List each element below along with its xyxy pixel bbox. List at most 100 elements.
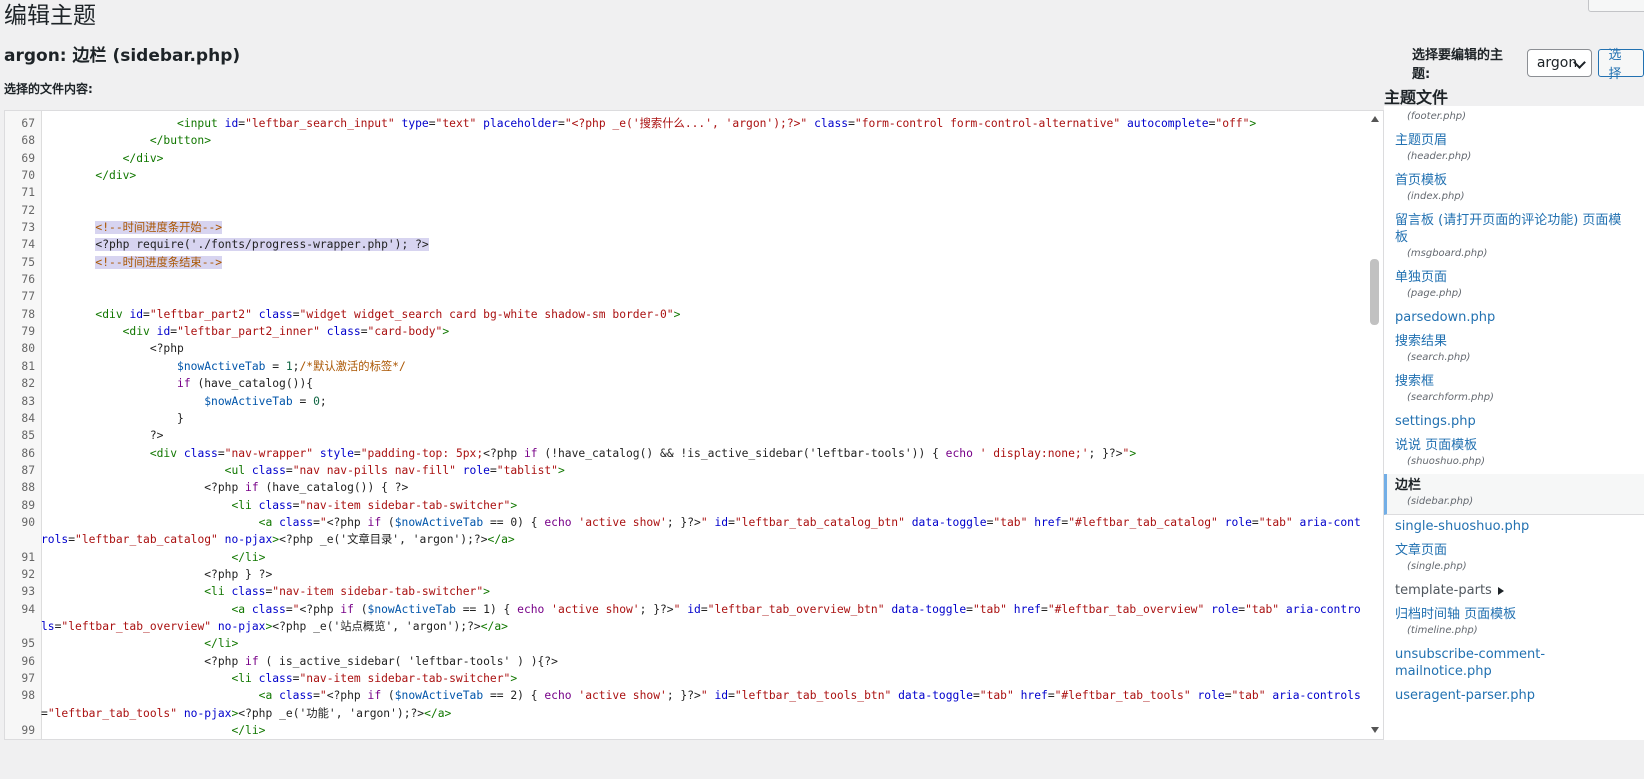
file-item[interactable]: 单独页面 (page.php) bbox=[1384, 266, 1644, 306]
scroll-down-icon[interactable] bbox=[1371, 727, 1379, 733]
folder-item[interactable]: template-parts bbox=[1384, 579, 1644, 603]
code-text: <ul class="nav nav-pills nav-fill" role=… bbox=[224, 463, 565, 477]
line-number: 76 bbox=[21, 273, 35, 287]
code-line[interactable]: 83 $nowActiveTab = 0; bbox=[5, 393, 1367, 410]
file-item[interactable]: single-shuoshuo.php bbox=[1384, 515, 1644, 539]
code-text: ?> bbox=[149, 429, 164, 443]
theme-files-title: 主题文件 bbox=[1384, 88, 1449, 107]
code-line[interactable]: 81 $nowActiveTab = 1;/*默认激活的标签*/ bbox=[5, 358, 1367, 375]
code-line[interactable]: 94 <a class="<?php if ($nowActiveTab == … bbox=[5, 601, 1367, 636]
select-theme-button[interactable]: 选择 bbox=[1597, 48, 1644, 82]
line-number: 94 bbox=[21, 602, 35, 616]
code-line[interactable]: 84 } bbox=[5, 410, 1367, 427]
code-text: <li class="nav-item sidebar-tab-switcher… bbox=[204, 585, 490, 599]
code-line[interactable]: 73 <!--时间进度条开始--> bbox=[5, 219, 1367, 236]
file-content-label: 选择的文件内容: bbox=[4, 82, 93, 96]
code-text: <li class="nav-item sidebar-tab-switcher… bbox=[231, 672, 518, 685]
code-text: <div class="nav-wrapper" style="padding-… bbox=[149, 446, 1137, 460]
file-item[interactable]: 留言板 (请打开页面的评论功能) 页面模板 (msgboard.php) bbox=[1384, 209, 1644, 266]
file-item[interactable]: 搜索框 (searchform.php) bbox=[1384, 370, 1644, 410]
file-item[interactable]: 归档时间轴 页面模板 (timeline.php) bbox=[1384, 603, 1644, 643]
file-item[interactable]: 文章页面 (single.php) bbox=[1384, 539, 1644, 579]
code-line[interactable]: 86 <div class="nav-wrapper" style="paddi… bbox=[5, 445, 1367, 462]
file-heading-file: (sidebar.php) bbox=[106, 46, 241, 66]
file-path: (sidebar.php) bbox=[1407, 496, 1474, 507]
line-number: 77 bbox=[21, 290, 35, 304]
file-name: unsubscribe-comment-mailnotice.php bbox=[1395, 647, 1546, 679]
file-item[interactable]: 说说 页面模板 (shuoshuo.php) bbox=[1384, 434, 1644, 474]
code-line[interactable]: 79 <div id="leftbar_part2_inner" class="… bbox=[5, 323, 1367, 340]
screen-options-button[interactable] bbox=[1588, 0, 1644, 12]
code-line[interactable]: 80 <?php bbox=[5, 340, 1367, 357]
code-line[interactable]: 75 <!--时间进度条结束--> bbox=[5, 254, 1367, 271]
code-text: <a class="<?php if ($nowActiveTab == 0) … bbox=[41, 515, 1361, 547]
theme-select-value: argon bbox=[1536, 55, 1578, 71]
file-item[interactable]: settings.php bbox=[1384, 410, 1644, 434]
code-line[interactable]: 67 <input id="leftbar_search_input" type… bbox=[5, 115, 1367, 132]
file-item[interactable]: unsubscribe-comment-mailnotice.php bbox=[1384, 643, 1644, 684]
code-line[interactable]: 70 </div> bbox=[5, 167, 1367, 184]
file-item[interactable]: (footer.php) bbox=[1384, 106, 1644, 129]
code-line[interactable]: 96 <?php if ( is_active_sidebar( 'leftba… bbox=[5, 653, 1367, 670]
line-number: 93 bbox=[21, 585, 35, 599]
code-text: </button> bbox=[149, 134, 212, 148]
code-line[interactable]: 92 <?php } ?> bbox=[5, 566, 1367, 583]
file-item[interactable]: 主题页眉 (header.php) bbox=[1384, 129, 1644, 169]
file-path: (page.php) bbox=[1407, 288, 1462, 299]
file-path: (shuoshuo.php) bbox=[1407, 456, 1486, 467]
line-number: 95 bbox=[21, 637, 35, 651]
line-number: 75 bbox=[21, 255, 35, 269]
theme-select[interactable]: argon bbox=[1526, 49, 1592, 77]
code-line[interactable]: 93 <li class="nav-item sidebar-tab-switc… bbox=[5, 583, 1367, 600]
line-number: 68 bbox=[21, 134, 35, 148]
code-text: <?php } ?> bbox=[204, 567, 273, 581]
code-line[interactable]: 76 bbox=[5, 271, 1367, 288]
file-path: (single.php) bbox=[1407, 561, 1467, 572]
file-item[interactable]: useragent-parser.php bbox=[1384, 684, 1644, 708]
scrollbar-thumb[interactable] bbox=[1370, 259, 1379, 325]
code-text: <?php bbox=[149, 342, 184, 356]
file-name: 文章页面 bbox=[1395, 543, 1448, 558]
scroll-up-icon[interactable] bbox=[1371, 116, 1379, 122]
code-line[interactable]: 89 <li class="nav-item sidebar-tab-switc… bbox=[5, 497, 1367, 514]
code-area[interactable]: 67 <input id="leftbar_search_input" type… bbox=[5, 115, 1367, 739]
code-line[interactable]: 71 bbox=[5, 184, 1367, 201]
editor-scrollbar[interactable] bbox=[1367, 111, 1383, 739]
code-line[interactable]: 91 </li> bbox=[5, 549, 1367, 566]
code-line[interactable]: 77 bbox=[5, 288, 1367, 305]
code-line[interactable]: 90 <a class="<?php if ($nowActiveTab == … bbox=[5, 514, 1367, 549]
file-item[interactable]: 搜索结果 (search.php) bbox=[1384, 330, 1644, 370]
theme-files-list: (footer.php) 主题页眉 (header.php) 首页模板 (index.p… bbox=[1384, 106, 1644, 740]
file-heading-name: 边栏 bbox=[72, 46, 107, 66]
file-name: single-shuoshuo.php bbox=[1395, 519, 1530, 534]
code-line[interactable]: 78 <div id="leftbar_part2" class="widget… bbox=[5, 306, 1367, 323]
code-text: </div> bbox=[95, 169, 137, 183]
code-line[interactable]: 68 </button> bbox=[5, 132, 1367, 149]
file-name: 搜索结果 bbox=[1395, 334, 1448, 349]
code-line[interactable]: 97 <li class="nav-item sidebar-tab-switc… bbox=[5, 670, 1367, 687]
code-line[interactable]: 95 </li> bbox=[5, 635, 1367, 652]
line-number: 87 bbox=[21, 463, 35, 477]
code-line[interactable]: 88 <?php if (have_catalog()) { ?> bbox=[5, 479, 1367, 496]
file-item[interactable]: 首页模板 (index.php) bbox=[1384, 169, 1644, 209]
code-line[interactable]: 87 <ul class="nav nav-pills nav-fill" ro… bbox=[5, 462, 1367, 479]
code-editor[interactable]: 67 <input id="leftbar_search_input" type… bbox=[4, 110, 1384, 740]
code-line[interactable]: 74 <?php require('./fonts/progress-wrapp… bbox=[5, 236, 1367, 253]
line-number: 71 bbox=[21, 186, 35, 200]
code-line[interactable]: 99 </li> bbox=[5, 722, 1367, 739]
code-line[interactable]: 85 ?> bbox=[5, 427, 1367, 444]
code-text: <input id="leftbar_search_input" type="t… bbox=[177, 117, 1257, 130]
file-path: (footer.php) bbox=[1407, 111, 1467, 122]
file-item[interactable]: parsedown.php bbox=[1384, 306, 1644, 330]
file-name: 留言板 (请打开页面的评论功能) 页面模板 bbox=[1395, 213, 1622, 245]
line-number: 84 bbox=[21, 411, 35, 425]
line-number: 79 bbox=[21, 325, 35, 339]
file-name: 搜索框 bbox=[1395, 374, 1435, 389]
code-line[interactable]: 69 </div> bbox=[5, 150, 1367, 167]
code-line[interactable]: 82 if (have_catalog()){ bbox=[5, 375, 1367, 392]
line-number: 91 bbox=[21, 550, 35, 564]
code-line[interactable]: 72 bbox=[5, 202, 1367, 219]
line-number: 92 bbox=[21, 567, 35, 581]
file-item[interactable]: 边栏 (sidebar.php) bbox=[1384, 474, 1644, 515]
code-line[interactable]: 98 <a class="<?php if ($nowActiveTab == … bbox=[5, 687, 1367, 722]
